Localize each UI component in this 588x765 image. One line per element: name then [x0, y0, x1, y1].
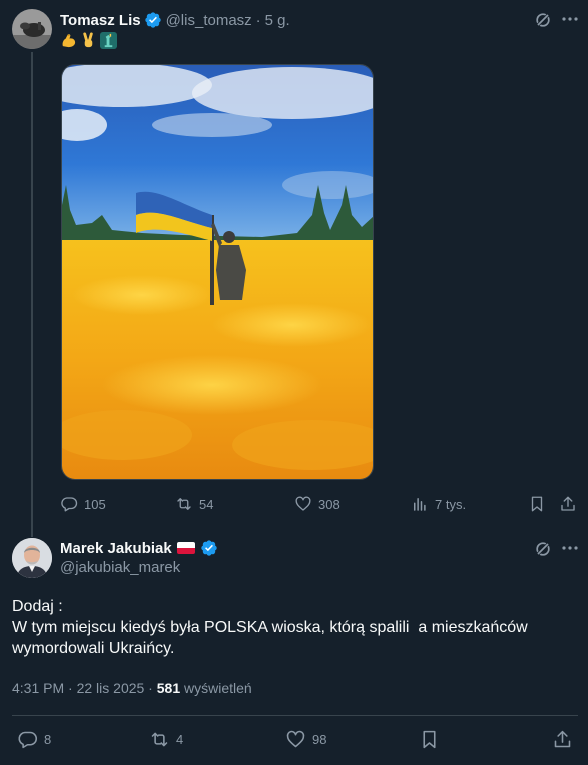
reply-icon	[17, 729, 38, 750]
author-name[interactable]: Marek Jakubiak	[60, 540, 172, 557]
divider	[12, 715, 578, 716]
verified-badge-icon[interactable]	[144, 11, 162, 29]
avatar[interactable]	[12, 538, 52, 578]
author-name[interactable]: Tomasz Lis	[60, 12, 141, 29]
grok-actions-icon[interactable]	[533, 539, 553, 559]
reply-count: 8	[44, 731, 52, 747]
victory-hand-icon	[80, 32, 97, 49]
tweet-header: Tomasz Lis @lis_tomasz · 5 g.	[60, 10, 290, 30]
view-count: 7 tys.	[435, 496, 467, 512]
share-icon	[559, 495, 577, 513]
reply-button[interactable]: 8	[17, 729, 51, 749]
repost-button[interactable]: 54	[175, 494, 213, 514]
tweet-timestamp-views: 4:31 PM · 22 lis 2025 · 581 wyświetleń	[12, 680, 252, 696]
bookmark-button[interactable]	[528, 494, 546, 514]
repost-button[interactable]: 4	[149, 729, 183, 749]
author-handle[interactable]: @jakubiak_marek	[60, 559, 180, 576]
like-count: 98	[312, 731, 327, 747]
views-count: 581	[156, 680, 181, 696]
tweet-text: Dodaj : W tym miejscu kiedyś była POLSKA…	[12, 596, 578, 659]
more-options-icon[interactable]	[561, 10, 579, 28]
share-icon	[552, 729, 573, 750]
tweet-text-line: Dodaj :	[12, 598, 63, 615]
bookmark-icon	[419, 729, 440, 750]
more-options-icon[interactable]	[561, 539, 579, 557]
author-handle[interactable]: @lis_tomasz	[166, 12, 252, 29]
bookmark-icon	[528, 495, 546, 513]
analytics-icon	[411, 495, 429, 513]
grok-actions-icon[interactable]	[533, 10, 553, 30]
heart-icon	[294, 495, 312, 513]
repost-count: 54	[199, 496, 214, 512]
views-label: wyświetleń	[184, 680, 252, 696]
reply-button[interactable]: 105	[60, 494, 106, 514]
statue-of-liberty-icon	[100, 32, 117, 49]
tweet-action-bar: 8 4 98	[0, 729, 588, 753]
tweet-text-line: W tym miejscu kiedyś była POLSKA wioska,…	[12, 619, 533, 657]
repost-count: 4	[176, 731, 184, 747]
views-button[interactable]: 7 tys.	[411, 494, 466, 514]
reply-icon	[60, 495, 78, 513]
tweet-time[interactable]: 5 g.	[265, 12, 290, 29]
tweet-action-bar: 105 54 308 7 tys.	[60, 494, 580, 514]
like-button[interactable]: 98	[285, 729, 326, 749]
share-button[interactable]	[552, 729, 573, 749]
avatar[interactable]	[12, 9, 52, 49]
timestamp[interactable]: 4:31 PM · 22 lis 2025 ·	[12, 680, 153, 696]
bookmark-button[interactable]	[419, 729, 440, 749]
thread-connector-line	[31, 52, 33, 537]
repost-icon	[149, 729, 170, 750]
heart-icon	[285, 729, 306, 750]
like-count: 308	[318, 496, 340, 512]
reply-count: 105	[84, 496, 106, 512]
tweet-media-image[interactable]	[61, 64, 374, 480]
tweet-header: Marek Jakubiak	[60, 538, 222, 558]
poland-flag-icon	[176, 542, 195, 554]
share-button[interactable]	[559, 494, 577, 514]
tweet-text-emojis	[60, 32, 117, 49]
like-button[interactable]: 308	[294, 494, 340, 514]
verified-badge-icon[interactable]	[200, 539, 218, 557]
flexed-biceps-icon	[60, 32, 77, 49]
repost-icon	[175, 495, 193, 513]
separator-dot: ·	[255, 11, 261, 29]
